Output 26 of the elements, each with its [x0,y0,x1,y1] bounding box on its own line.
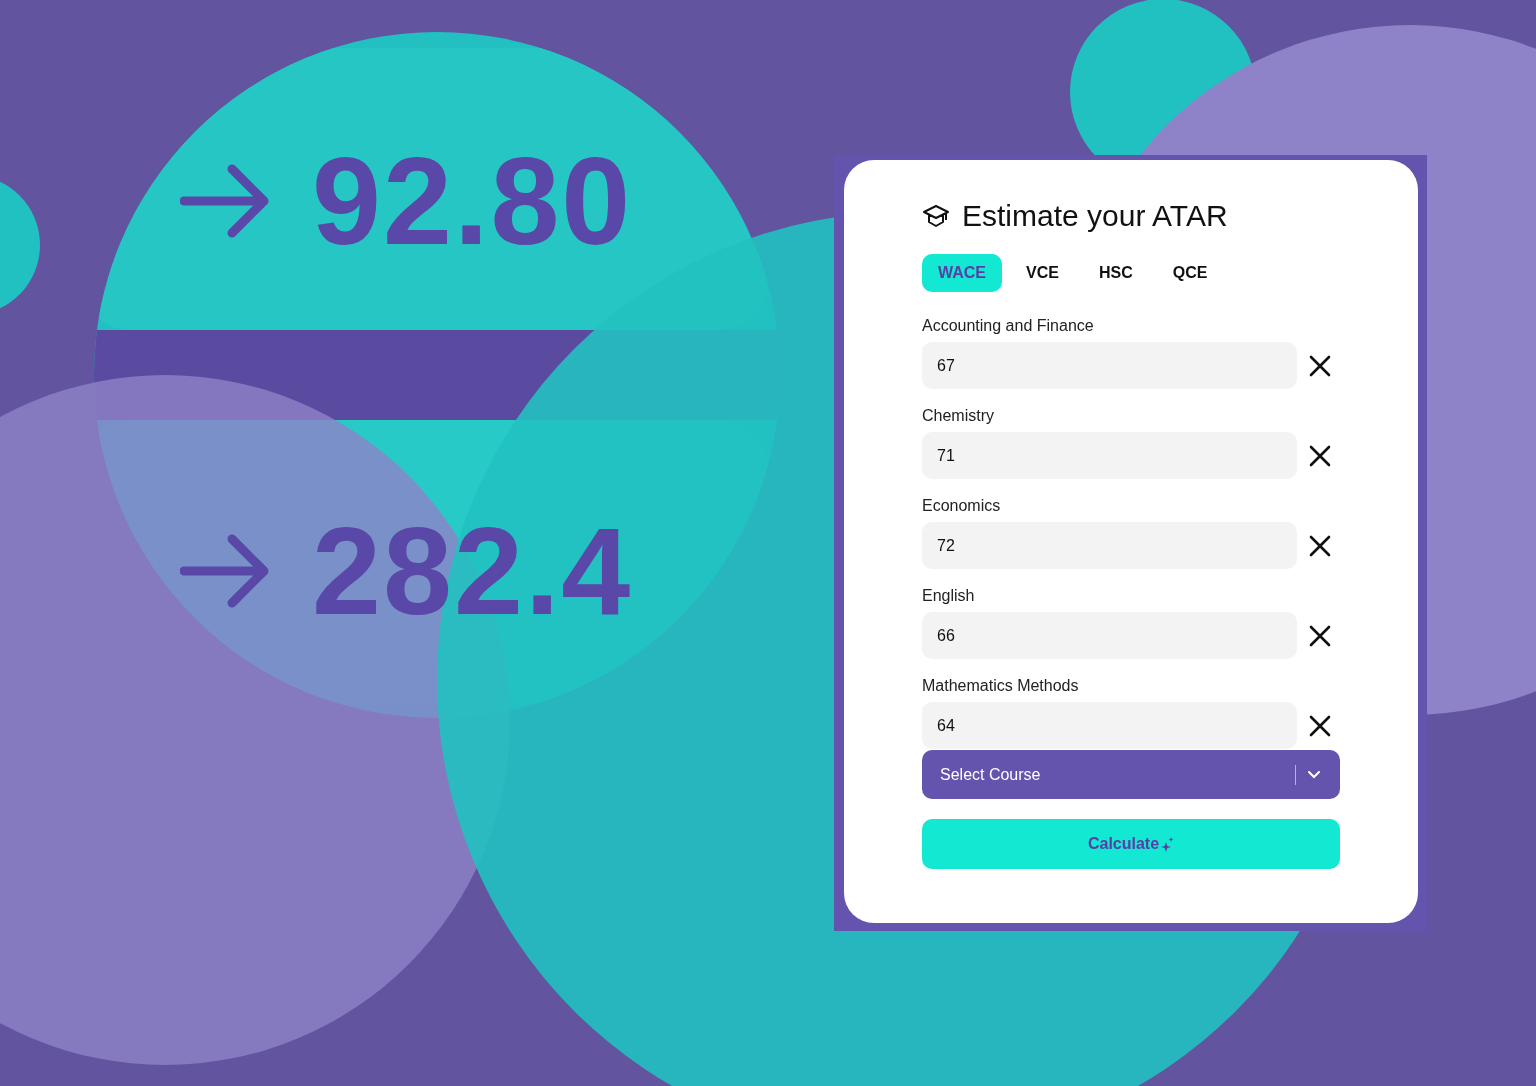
tab[interactable]: WACE [922,254,1002,292]
graduation-cap-icon [922,203,950,229]
close-icon[interactable] [1309,624,1331,647]
score-field[interactable]: 67 [922,342,1297,389]
subject-label: English [922,586,976,606]
chevron-down-icon [1308,770,1320,779]
close-icon[interactable] [1309,444,1331,467]
close-icon[interactable] [1309,534,1331,557]
subject-label: Economics [922,496,1002,516]
close-icon[interactable] [1309,714,1331,737]
score-field[interactable]: 72 [922,522,1297,569]
sparkle-icon [1160,836,1175,852]
tab[interactable]: HSC [1082,254,1149,292]
tab[interactable]: VCE [1010,254,1075,292]
score-field[interactable]: 71 [922,432,1297,479]
subject-label: Mathematics Methods [922,676,1080,696]
score-field[interactable]: 66 [922,612,1297,659]
score-field[interactable]: 64 [922,702,1297,749]
close-icon[interactable] [1309,354,1331,377]
calculate-button[interactable]: Calculate [922,819,1340,869]
course-select[interactable]: Select Course [922,750,1340,799]
subject-label: Accounting and Finance [922,316,1095,336]
subject-label: Chemistry [922,406,995,426]
tab[interactable]: QCE [1156,254,1224,292]
card-title: Estimate your ATAR [962,199,1228,233]
score-number: 92.80 [312,131,633,272]
